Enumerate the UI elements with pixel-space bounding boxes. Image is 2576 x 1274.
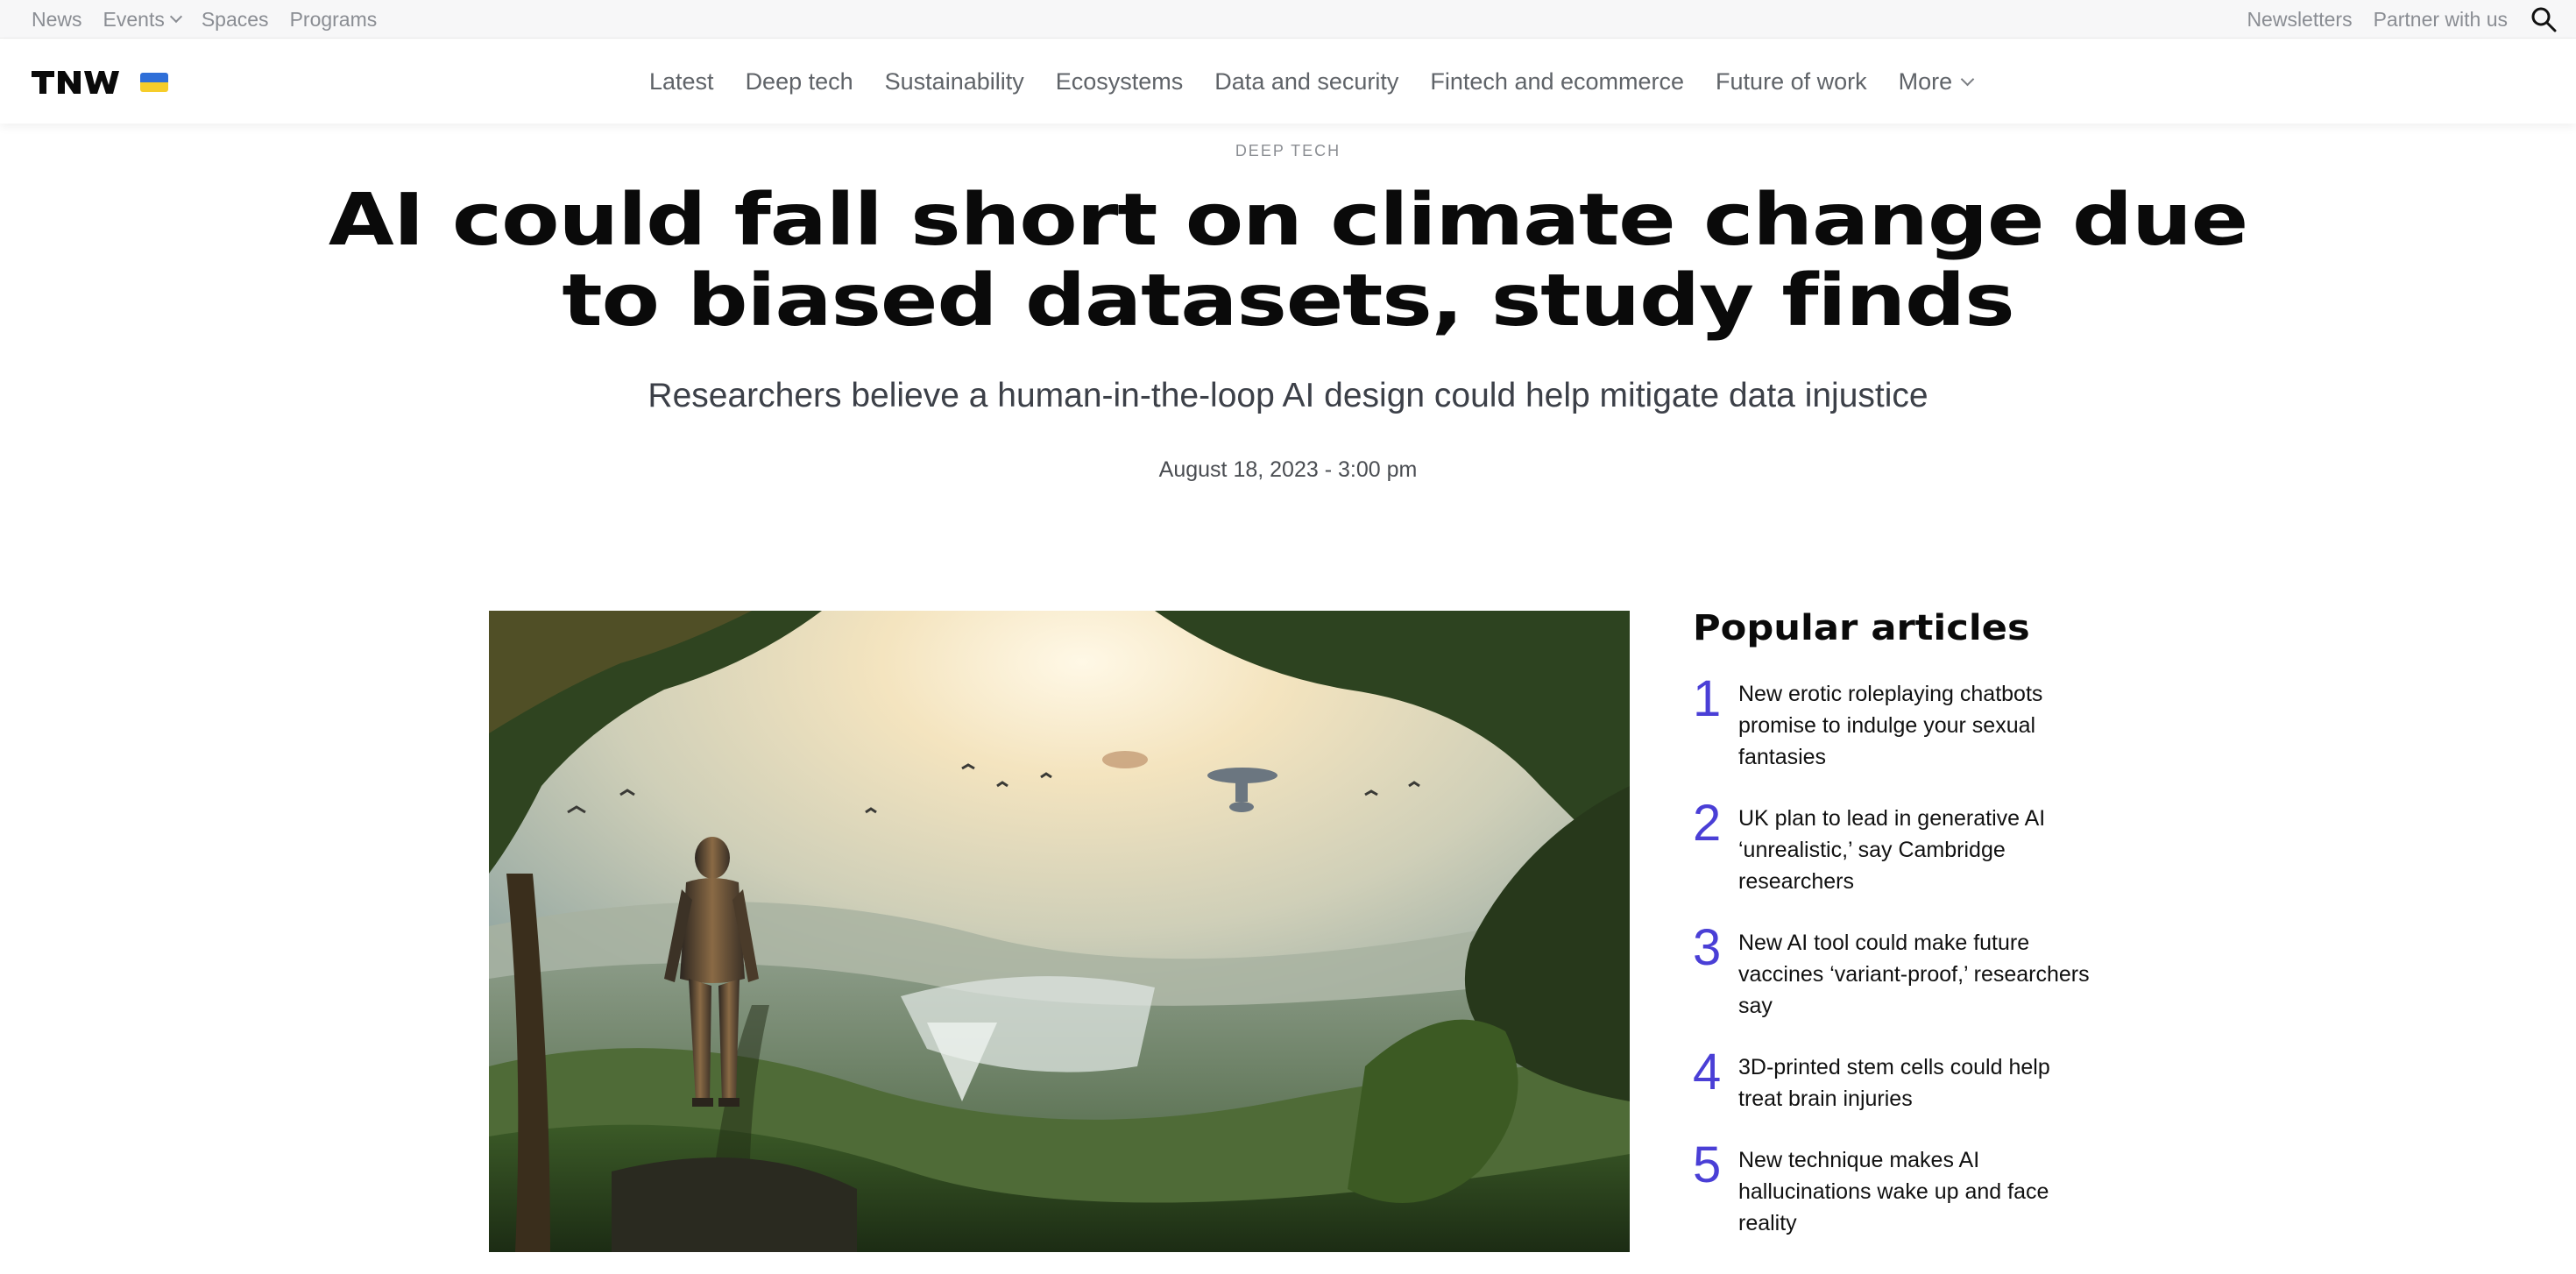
chevron-down-icon: [1960, 72, 1975, 86]
chevron-down-icon: [169, 10, 182, 24]
popular-article-5[interactable]: 5 New technique makes AI hallucinations …: [1693, 1136, 2096, 1239]
nav-item-sustainability[interactable]: Sustainability: [885, 68, 1024, 96]
popular-article-title: New technique makes AI hallucinations wa…: [1738, 1148, 2049, 1235]
headline-line: AI could fall short on climate change du…: [328, 179, 2248, 262]
popular-article-title: UK plan to lead in generative AI ‘unreal…: [1738, 806, 2046, 894]
popular-article-3[interactable]: 3 New AI tool could make future vaccines…: [1693, 919, 2096, 1022]
nav-label: Data and security: [1214, 67, 1399, 95]
partner-link[interactable]: Partner with us: [2374, 8, 2508, 32]
util-link-programs[interactable]: Programs: [290, 8, 378, 32]
article-rank: 4: [1693, 1044, 1722, 1101]
primary-nav: Latest Deep tech Sustainability Ecosyste…: [649, 39, 1975, 124]
ukraine-flag-icon: [140, 73, 168, 92]
nav-item-fintech[interactable]: Fintech and ecommerce: [1430, 68, 1684, 96]
headline-line: to biased datasets, study finds: [562, 259, 2014, 343]
newsletters-link[interactable]: Newsletters: [2247, 8, 2352, 32]
article-headline: AI could fall short on climate change du…: [306, 180, 2270, 342]
utility-nav-left: News Events Spaces Programs: [32, 0, 377, 39]
nav-item-data-and-security[interactable]: Data and security: [1214, 68, 1398, 96]
nav-label: Deep tech: [745, 67, 853, 95]
util-link-news[interactable]: News: [32, 8, 82, 32]
article-subtitle: Researchers believe a human-in-the-loop …: [648, 377, 1928, 414]
tnw-logo[interactable]: [32, 69, 119, 96]
nav-item-ecosystems[interactable]: Ecosystems: [1056, 68, 1184, 96]
popular-article-4[interactable]: 4 3D-printed stem cells could help treat…: [1693, 1044, 2096, 1115]
util-link-spaces[interactable]: Spaces: [202, 8, 269, 32]
nav-item-deep-tech[interactable]: Deep tech: [746, 68, 853, 96]
popular-article-1[interactable]: 1 New erotic roleplaying chatbots promis…: [1693, 670, 2096, 773]
nav-label: Ecosystems: [1055, 67, 1184, 95]
popular-articles-title: Popular articles: [1693, 608, 2030, 648]
utility-bar: News Events Spaces Programs Newsletters …: [0, 0, 2576, 39]
nav-item-future-of-work[interactable]: Future of work: [1716, 68, 1867, 96]
article-category[interactable]: DEEP TECH: [0, 142, 2576, 160]
util-link-label: Programs: [289, 7, 378, 31]
article-rank: 1: [1693, 670, 1722, 727]
popular-articles-list: 1 New erotic roleplaying chatbots promis…: [1693, 670, 2096, 1239]
nav-label: Future of work: [1716, 67, 1867, 95]
popular-article-title: New erotic roleplaying chatbots promise …: [1738, 682, 2043, 769]
search-icon[interactable]: [2529, 4, 2558, 34]
utility-nav-right: Newsletters Partner with us: [2247, 0, 2558, 39]
util-link-label: News: [32, 7, 82, 31]
popular-articles-sidebar: Popular articles 1 New erotic roleplayin…: [1693, 608, 2096, 1269]
nav-item-more[interactable]: More: [1898, 67, 1975, 96]
util-link-events[interactable]: Events: [103, 7, 182, 32]
popular-article-2[interactable]: 2 UK plan to lead in generative AI ‘unre…: [1693, 798, 2096, 897]
main-navigation: Latest Deep tech Sustainability Ecosyste…: [0, 39, 2576, 124]
article-date: August 18, 2023 - 3:00 pm: [1158, 457, 1418, 482]
util-link-label: Newsletters: [2247, 7, 2353, 31]
article-rank: 2: [1693, 795, 1722, 852]
popular-article-title: 3D-printed stem cells could help treat b…: [1738, 1055, 2050, 1111]
article-hero-image: [489, 611, 1630, 1252]
util-link-label: Events: [103, 7, 165, 31]
nav-label: Fintech and ecommerce: [1430, 67, 1685, 95]
util-link-label: Spaces: [201, 7, 269, 31]
nav-label: Latest: [649, 67, 714, 95]
popular-article-title: New AI tool could make future vaccines ‘…: [1738, 931, 2090, 1018]
nav-label: Sustainability: [884, 67, 1024, 95]
util-link-label: Partner with us: [2373, 7, 2508, 31]
nav-label: More: [1898, 67, 1953, 95]
article-rank: 3: [1693, 919, 1722, 976]
nav-item-latest[interactable]: Latest: [649, 68, 714, 96]
article-rank: 5: [1693, 1136, 1722, 1193]
